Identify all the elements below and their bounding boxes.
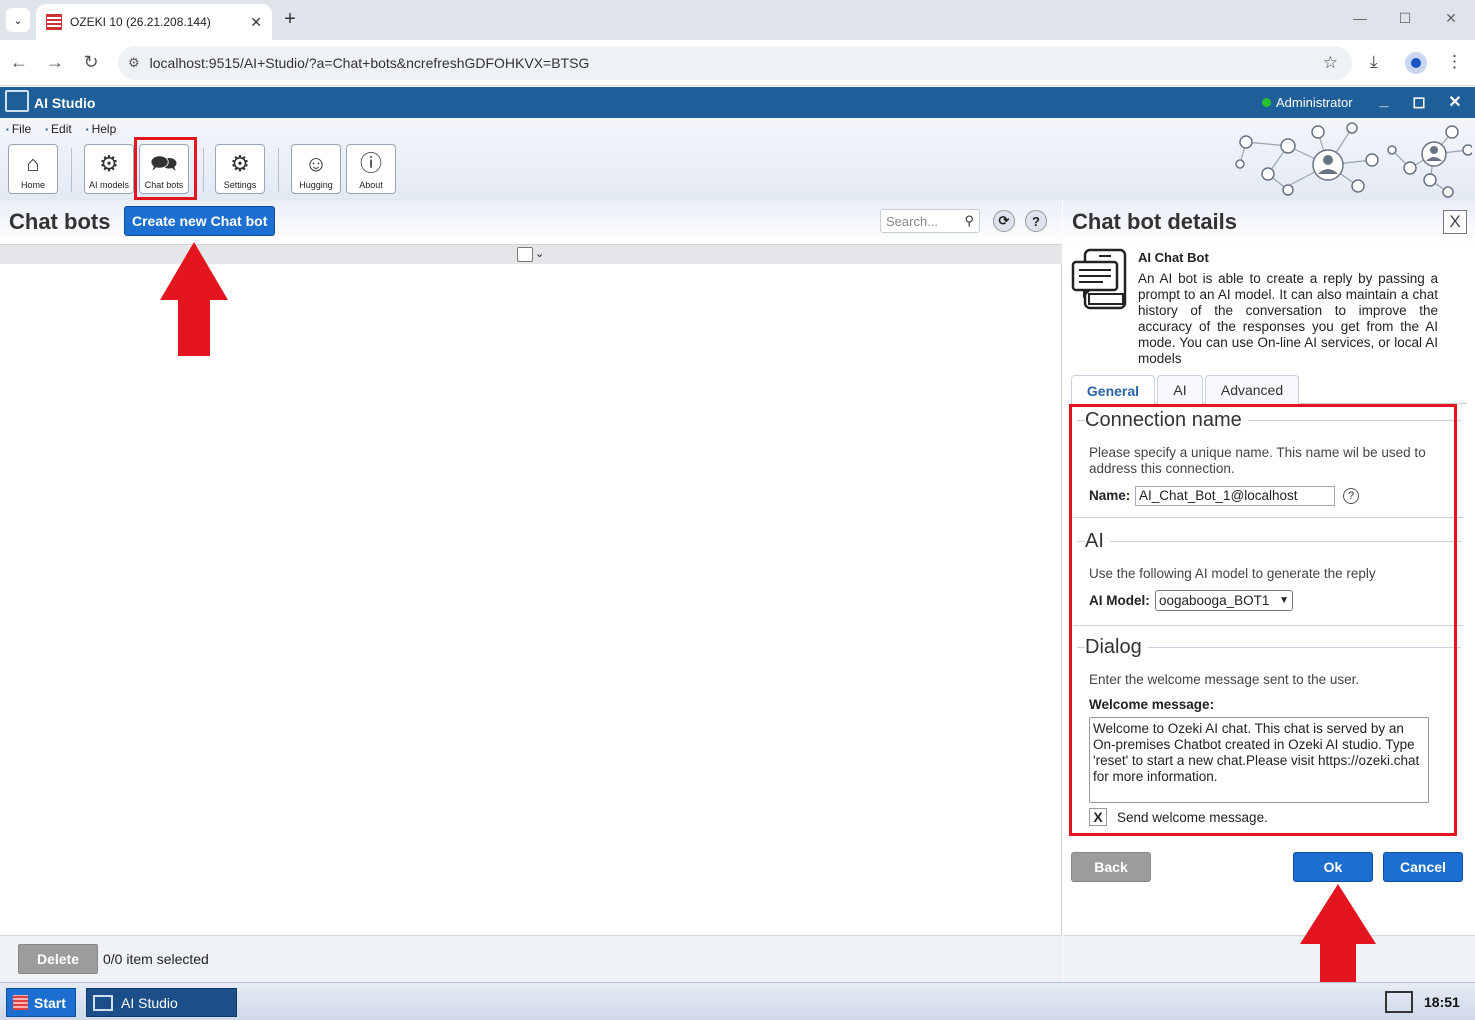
home-button[interactable]: ⌂ Home	[8, 144, 58, 194]
url-text[interactable]: localhost:9515/AI+Studio/?a=Chat+bots&nc…	[150, 55, 590, 71]
info-icon: ⓘ	[359, 151, 382, 176]
reload-icon[interactable]: ↻	[80, 52, 102, 73]
toolbar-area: File Edit Help ⌂ Home ⚙ AI models 🗪 Chat…	[0, 118, 1475, 200]
menu-bar: File Edit Help	[6, 122, 116, 136]
search-icon[interactable]: ⚲	[964, 213, 974, 229]
menu-file[interactable]: File	[6, 122, 31, 136]
bot-description: An AI bot is able to create a reply by p…	[1138, 271, 1438, 366]
details-footer	[1063, 935, 1475, 982]
taskbar-item-label: AI Studio	[121, 994, 178, 1011]
home-icon: ⌂	[26, 151, 40, 176]
ai-models-gear-icon: ⚙	[99, 151, 119, 176]
network-people-graphic-icon	[1235, 122, 1472, 198]
ok-button[interactable]: Ok	[1293, 852, 1373, 882]
tab-title: OZEKI 10 (26.21.208.144)	[70, 15, 211, 29]
window-maximize-icon[interactable]: ☐	[1395, 10, 1415, 27]
back-button[interactable]: Back	[1071, 852, 1151, 882]
browser-menu-icon[interactable]: ⋮	[1446, 52, 1463, 72]
window-close-icon[interactable]: ✕	[1441, 10, 1461, 27]
hugging-face-icon: ☺	[304, 151, 328, 176]
taskbar: Start AI Studio 18:51	[0, 982, 1475, 1020]
app-header: AI Studio Administrator _ ◻ ✕	[0, 87, 1475, 118]
profile-avatar-icon[interactable]	[1405, 52, 1427, 74]
bot-type-name: AI Chat Bot	[1138, 250, 1209, 265]
search-placeholder: Search...	[886, 213, 939, 229]
cancel-button[interactable]: Cancel	[1383, 852, 1463, 882]
refresh-icon[interactable]: ⟳	[993, 210, 1015, 232]
app-minimize-icon[interactable]: _	[1375, 92, 1393, 110]
clock: 18:51	[1424, 994, 1460, 1010]
selection-status: 0/0 item selected	[103, 951, 209, 967]
download-icon[interactable]: ⤓	[1370, 52, 1378, 72]
toolbar-separator	[203, 148, 204, 192]
app-title: AI Studio	[34, 95, 96, 111]
ai-studio-monitor-icon	[93, 994, 113, 1011]
app-close-icon[interactable]: ✕	[1446, 92, 1464, 112]
about-label: About	[359, 180, 383, 190]
settings-button[interactable]: ⚙ Settings	[215, 144, 265, 194]
settings-label: Settings	[223, 180, 257, 190]
ai-studio-logo-icon	[5, 90, 29, 112]
tab-search-dropdown-icon[interactable]: ⌄	[6, 8, 30, 32]
ai-models-button[interactable]: ⚙ AI models	[84, 144, 134, 194]
hugging-button[interactable]: ☺ Hugging	[291, 144, 341, 194]
delete-button[interactable]: Delete	[18, 944, 98, 974]
close-button[interactable]: X	[1443, 210, 1467, 234]
page-title: Chat bots	[9, 209, 111, 234]
annotation-up-arrow-icon	[160, 242, 228, 356]
bookmark-star-icon[interactable]: ☆	[1323, 53, 1338, 73]
forward-arrow-icon[interactable]: →	[44, 52, 66, 73]
tab-ai[interactable]: AI	[1157, 375, 1203, 404]
details-title: Chat bot details	[1072, 209, 1238, 234]
site-settings-icon[interactable]: ⚙	[128, 55, 140, 71]
about-button[interactable]: ⓘ About	[346, 144, 396, 194]
window-minimize-icon[interactable]: —	[1350, 10, 1370, 26]
back-arrow-icon[interactable]: ←	[8, 52, 30, 73]
start-button[interactable]: Start	[6, 988, 76, 1017]
browser-address-bar: ← → ↻ ⚙ localhost:9515/AI+Studio/?a=Chat…	[0, 40, 1475, 86]
details-tabs: General AI Advanced	[1071, 375, 1467, 405]
tab-general[interactable]: General	[1071, 375, 1155, 405]
start-label: Start	[34, 994, 66, 1011]
browser-tab[interactable]: OZEKI 10 (26.21.208.144) ✕	[36, 4, 272, 40]
tab-close-icon[interactable]: ✕	[250, 14, 262, 31]
chat-bots-footer: Delete 0/0 item selected	[0, 935, 1062, 982]
chevron-down-icon[interactable]: ⌄	[535, 247, 544, 260]
select-all-checkbox[interactable]	[517, 247, 533, 262]
toolbar-separator	[278, 148, 279, 192]
toolbar-separator	[71, 148, 72, 192]
home-label: Home	[20, 180, 45, 190]
start-logo-icon	[13, 995, 28, 1010]
menu-help[interactable]: Help	[86, 122, 117, 136]
ozeki-favicon-icon	[46, 14, 62, 30]
tab-advanced[interactable]: Advanced	[1205, 375, 1299, 404]
chat-bot-icon	[1071, 248, 1127, 310]
details-header: Chat bot details X	[1063, 200, 1475, 244]
app-maximize-icon[interactable]: ◻	[1410, 92, 1428, 112]
taskbar-ai-studio-item[interactable]: AI Studio	[86, 988, 237, 1017]
chat-bots-header: Chat bots Create new Chat bot Search... …	[0, 200, 1062, 244]
menu-edit[interactable]: Edit	[45, 122, 72, 136]
ai-models-label: AI models	[88, 180, 130, 190]
create-new-chat-bot-button[interactable]: Create new Chat bot	[124, 206, 276, 236]
url-field[interactable]: ⚙ localhost:9515/AI+Studio/?a=Chat+bots&…	[118, 46, 1352, 80]
online-status-icon	[1262, 98, 1271, 107]
chat-bots-highlight-box	[134, 137, 197, 200]
settings-gear-icon: ⚙	[230, 151, 250, 176]
chat-bot-details-panel: Chat bot details X AI Chat Bot An AI bot…	[1063, 200, 1475, 982]
help-button[interactable]: ?	[1025, 210, 1047, 232]
user-name[interactable]: Administrator	[1276, 95, 1353, 110]
desktop-monitor-icon[interactable]	[1385, 991, 1413, 1013]
form-highlight-box	[1069, 404, 1457, 836]
search-input[interactable]: Search... ⚲	[880, 209, 980, 233]
new-tab-icon[interactable]: +	[280, 8, 300, 31]
hugging-label: Hugging	[299, 180, 333, 190]
browser-tab-bar: ⌄ OZEKI 10 (26.21.208.144) ✕ + — ☐ ✕	[0, 0, 1475, 40]
